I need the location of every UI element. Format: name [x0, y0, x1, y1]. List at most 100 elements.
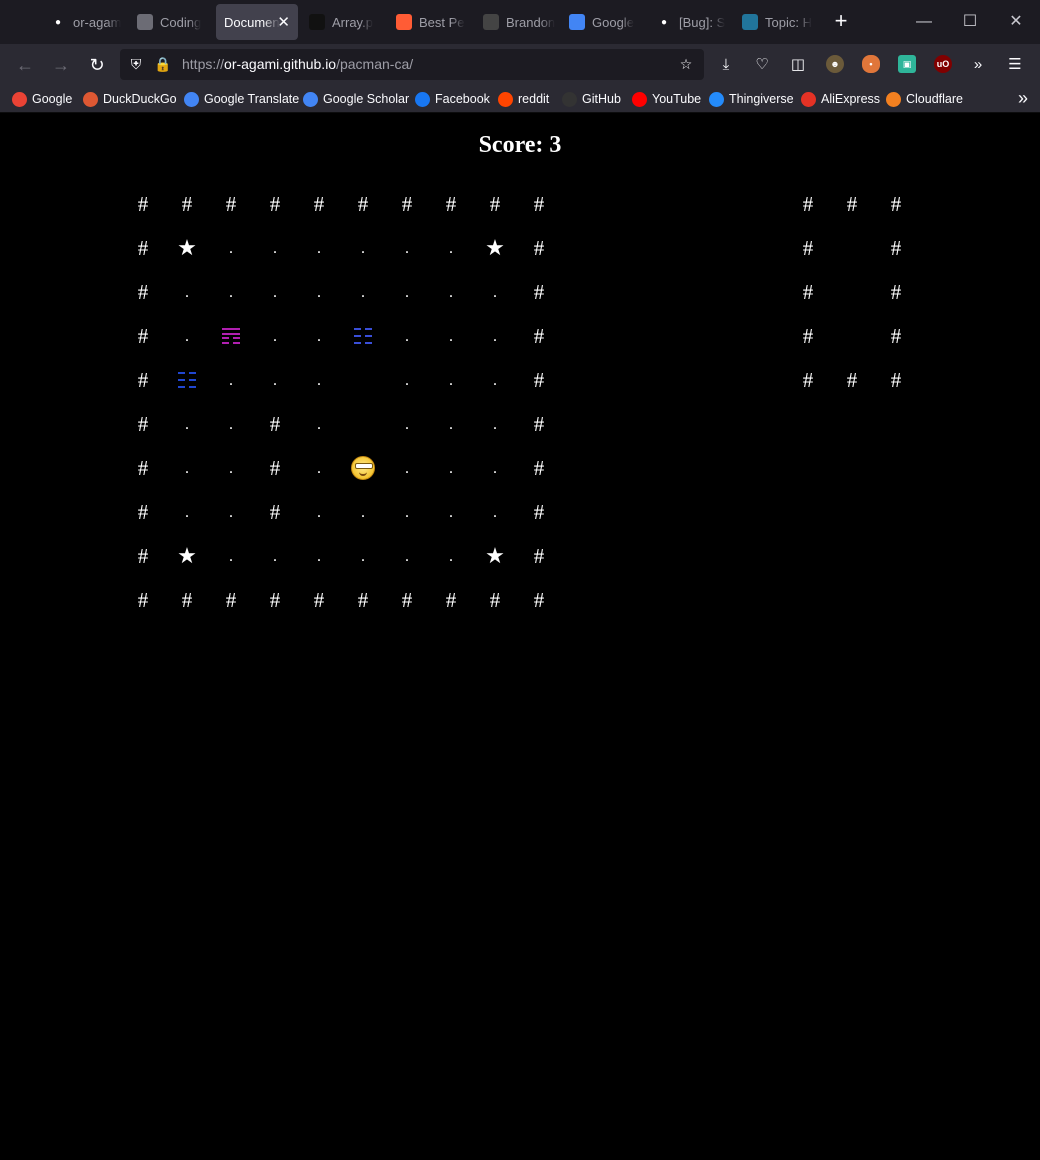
- wall-cell: #: [137, 499, 149, 524]
- wall-cell: #: [533, 235, 545, 260]
- bookmark-google[interactable]: Google: [12, 90, 72, 108]
- tab-4[interactable]: Best Pe: [396, 4, 468, 40]
- cloudflare-icon: [886, 91, 901, 107]
- tab-strip: ● or-agam Coding Documen ✕ Array.p Best Pe Bran…: [0, 0, 1040, 44]
- reload-button[interactable]: ↻: [84, 52, 110, 78]
- wall-cell: #: [802, 235, 814, 260]
- wall-cell: #: [533, 323, 545, 348]
- bookmark-reddit[interactable]: reddit: [498, 90, 549, 108]
- tab-6[interactable]: Google: [569, 4, 641, 40]
- pellet-cell: .: [273, 240, 277, 257]
- bookmark-cloudflare[interactable]: Cloudflare: [886, 90, 963, 108]
- pellet-cell: .: [493, 504, 497, 521]
- bookmark-duckduckgo[interactable]: DuckDuckGo: [83, 90, 177, 108]
- bookmarks-overflow-icon[interactable]: »: [1018, 88, 1028, 109]
- pellet-cell: .: [449, 328, 453, 345]
- account-avatar-icon[interactable]: ☻: [826, 55, 844, 73]
- pellet-cell: .: [273, 548, 277, 565]
- wall-cell: #: [890, 367, 902, 392]
- wall-cell: #: [137, 235, 149, 260]
- wall-cell: #: [269, 411, 281, 436]
- url-text[interactable]: https://or-agami.github.io/pacman-ca/: [182, 56, 413, 72]
- bookmark-github[interactable]: GitHub: [562, 90, 621, 108]
- tab-2[interactable]: Documen ✕: [216, 4, 298, 40]
- tab-8[interactable]: Topic: H: [742, 4, 814, 40]
- downloads-icon[interactable]: ⤓: [714, 53, 738, 77]
- close-tab-icon[interactable]: ✕: [277, 13, 290, 31]
- power-pellet-icon: ★: [177, 543, 197, 568]
- lock-icon[interactable]: 🔒: [153, 54, 173, 74]
- bookmark-aliexpress[interactable]: AliExpress: [801, 90, 880, 108]
- bookmark-youtube[interactable]: YouTube: [632, 90, 701, 108]
- pellet-cell: .: [273, 328, 277, 345]
- reader-view-icon[interactable]: ◫: [786, 53, 810, 77]
- bookmark-thingiverse[interactable]: Thingiverse: [709, 90, 794, 108]
- wall-cell: #: [269, 499, 281, 524]
- wall-cell: #: [269, 191, 281, 216]
- bookmark-google-translate[interactable]: Google Translate: [184, 90, 299, 108]
- bookmark-star-icon[interactable]: ☆: [676, 54, 696, 74]
- pellet-cell: .: [449, 416, 453, 433]
- hamburger-menu-icon[interactable]: ☰: [1003, 53, 1027, 77]
- ublock-origin-icon[interactable]: uO: [934, 55, 952, 73]
- pellet-cell: .: [449, 504, 453, 521]
- pellet-cell: .: [493, 372, 497, 389]
- google-scholar-icon: [303, 91, 318, 107]
- pellet-cell: .: [405, 460, 409, 477]
- tab-0[interactable]: ● or-agam: [50, 4, 122, 40]
- url-bar[interactable]: ⛨ 🔒 https://or-agami.github.io/pacman-ca…: [120, 49, 704, 80]
- bookmark-label: GitHub: [582, 92, 621, 106]
- pacman-player: [341, 446, 385, 490]
- bookmark-facebook[interactable]: Facebook: [415, 90, 490, 108]
- bookmark-label: Facebook: [435, 92, 490, 106]
- bookmark-google-scholar[interactable]: Google Scholar: [303, 90, 409, 108]
- game-board: # # # # # # # # # # # ★...... ★ # #........ # #...... # #.…: [121, 182, 561, 622]
- wall-cell: #: [846, 191, 858, 216]
- overflow-menu-icon[interactable]: »: [966, 53, 990, 77]
- pocket-icon[interactable]: ♡: [750, 53, 774, 77]
- wall-cell: #: [137, 279, 149, 304]
- close-window-button[interactable]: ✕: [1004, 10, 1028, 34]
- pellet-cell: .: [449, 240, 453, 257]
- pellet-cell: .: [317, 240, 321, 257]
- pellet-cell: .: [185, 328, 189, 345]
- wall-cell: #: [313, 191, 325, 216]
- pellet-cell: .: [317, 460, 321, 477]
- back-button[interactable]: ←: [12, 52, 38, 78]
- terminal-icon: [137, 14, 153, 30]
- bookmark-label: YouTube: [652, 92, 702, 106]
- tab-1[interactable]: Coding: [137, 4, 209, 40]
- google-icon: [12, 91, 27, 107]
- maximize-button[interactable]: ☐: [958, 10, 982, 34]
- medium-icon: [309, 14, 325, 30]
- pellet-cell: .: [449, 460, 453, 477]
- new-tab-button[interactable]: +: [829, 10, 853, 34]
- extension-save-icon[interactable]: ▣: [898, 55, 916, 73]
- bookmarks-toolbar: Google DuckDuckGo Google Translate Google S…: [0, 85, 1040, 113]
- tab-label: or-agam: [73, 14, 122, 30]
- page-content: Score: 3 # # # # # # # # # # # ★...... ★ # #........ # #…: [1, 113, 1039, 1159]
- pellet-cell: .: [229, 240, 233, 257]
- bookmark-label: Google Translate: [204, 92, 300, 106]
- pellet-cell: .: [229, 284, 233, 301]
- extension-egg-icon[interactable]: •: [862, 55, 880, 73]
- shield-icon[interactable]: ⛨: [126, 54, 146, 74]
- google-translate-icon: [569, 14, 585, 30]
- pellet-cell: .: [405, 284, 409, 301]
- tab-3[interactable]: Array.p: [309, 4, 381, 40]
- bookmark-label: Thingiverse: [729, 92, 794, 106]
- minimize-button[interactable]: —: [912, 10, 936, 34]
- forward-button[interactable]: →: [48, 52, 74, 78]
- duckduckgo-icon: [83, 91, 98, 107]
- wall-cell: #: [533, 587, 545, 612]
- pellet-cell: .: [273, 372, 277, 389]
- tab-5[interactable]: Brandon: [483, 4, 555, 40]
- pellet-cell: .: [405, 416, 409, 433]
- pellet-cell: .: [185, 416, 189, 433]
- tab-7[interactable]: ● [Bug]: S: [656, 4, 728, 40]
- wordpress-icon: [742, 14, 758, 30]
- wall-cell: #: [802, 191, 814, 216]
- wall-cell: #: [137, 367, 149, 392]
- wall-cell: #: [846, 367, 858, 392]
- ghost-b: [341, 314, 385, 358]
